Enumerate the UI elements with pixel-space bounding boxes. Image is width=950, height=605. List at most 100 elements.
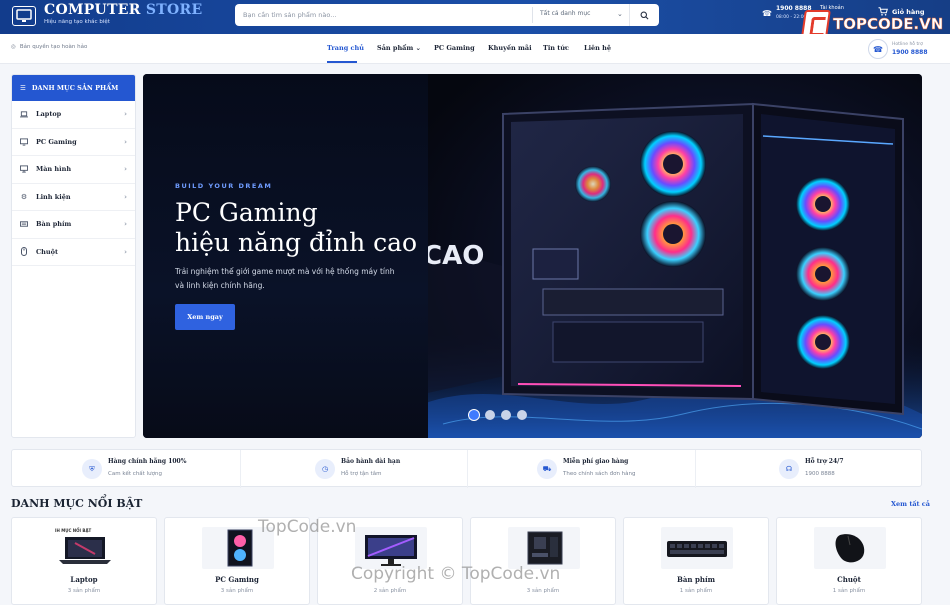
- feature-subtitle: 1900 8888: [805, 471, 835, 477]
- slider-dot-4[interactable]: [517, 410, 527, 420]
- chevron-down-icon: ⌄: [415, 44, 421, 52]
- pc-icon: [20, 138, 28, 146]
- sidebar-item-label: Màn hình: [36, 165, 72, 174]
- nav-item-contact[interactable]: Liên hệ: [584, 44, 611, 52]
- clock-icon: ◷: [315, 459, 335, 479]
- chevron-down-icon: ⌄: [617, 10, 623, 18]
- sidebar-item-label: Laptop: [36, 110, 62, 119]
- feature-divider: [240, 450, 241, 488]
- nav-item-products-label: Sản phẩm: [377, 44, 414, 52]
- feature-subtitle: Hỗ trợ tận tâm: [341, 471, 382, 477]
- sidebar-item-mouse[interactable]: Chuột ›: [12, 239, 135, 266]
- view-now-button[interactable]: Xem ngay: [175, 304, 235, 330]
- feature-divider: [467, 450, 468, 488]
- category-count: 1 sản phẩm: [832, 588, 866, 594]
- category-count: 2 sản phẩm: [373, 588, 407, 594]
- main-nav: ◎ Bản quyền tạo hoàn hảo Trang chủ Sản p…: [0, 34, 950, 64]
- component-icon: ⚙: [20, 192, 28, 201]
- hero-kicker: BUILD YOUR DREAM: [175, 182, 273, 190]
- brand-name[interactable]: COMPUTER STORE: [44, 2, 202, 18]
- hero-banner-text: CAO: [423, 241, 484, 271]
- hero-description: Trải nghiệm thế giới game mượt mà với hệ…: [175, 267, 395, 290]
- sidebar-item-label: Bàn phím: [36, 220, 72, 229]
- brand-main: COMPUTER: [44, 2, 141, 18]
- headset-icon: ☊: [779, 459, 799, 479]
- sidebar-item-keyboard[interactable]: Bàn phím ›: [12, 211, 135, 239]
- category-card-mouse[interactable]: Chuột 1 sản phẩm: [776, 517, 922, 605]
- hotline-support-number: 1900 8888: [892, 49, 928, 56]
- computer-logo-icon[interactable]: [12, 6, 36, 26]
- topcode-text: TOPCODE.VN: [833, 15, 944, 33]
- sidebar-item-label: PC Gaming: [36, 137, 77, 146]
- sidebar-item-laptop[interactable]: Laptop ›: [12, 101, 135, 129]
- monitor-icon: [20, 165, 28, 173]
- sidebar-item-label: Chuột: [36, 247, 58, 256]
- sidebar-header: ☰ DANH MỤC SẢN PHẨM: [12, 75, 135, 101]
- chevron-right-icon: ›: [124, 192, 127, 201]
- keyboard-icon: [20, 220, 28, 228]
- sidebar-title: DANH MỤC SẢN PHẨM: [31, 84, 119, 92]
- category-card-components[interactable]: 3 sản phẩm: [470, 517, 616, 605]
- category-select[interactable]: Tất cả danh mục: [540, 10, 590, 17]
- brand-slogan: Hiệu năng tạo khác biệt: [44, 19, 110, 25]
- components-image: [508, 527, 580, 569]
- category-name: Laptop: [70, 575, 98, 584]
- sidebar-item-label: Linh kiện: [36, 192, 71, 201]
- monitor-image: [355, 527, 427, 569]
- topcode-mark-icon: [801, 10, 831, 37]
- search-bar: Tất cả danh mục ⌄: [235, 4, 659, 26]
- watermark-copyright: Copyright © TopCode.vn: [351, 564, 561, 584]
- slider-dots: [469, 410, 527, 420]
- category-card-laptop[interactable]: IH MỤC NỔI BẬT Laptop 3 sản phẩm: [11, 517, 157, 605]
- feature-subtitle: Theo chính sách đơn hàng: [563, 471, 636, 477]
- feature-divider: [695, 450, 696, 488]
- category-card-keyboard[interactable]: Bàn phím 1 sản phẩm: [623, 517, 769, 605]
- category-count: 1 sản phẩm: [679, 588, 713, 594]
- category-count: 3 sản phẩm: [526, 588, 560, 594]
- nav-item-pc-gaming[interactable]: PC Gaming: [434, 44, 475, 52]
- slider-dot-2[interactable]: [485, 410, 495, 420]
- chevron-right-icon: ›: [124, 137, 127, 146]
- feature-title: Miễn phí giao hàng: [563, 458, 629, 465]
- nav-active-indicator: [327, 61, 357, 63]
- featured-categories-title: DANH MỤC NỔI BẬT: [11, 497, 143, 510]
- search-input[interactable]: [243, 7, 523, 23]
- sidebar-item-components[interactable]: ⚙ Linh kiện ›: [12, 184, 135, 211]
- sidebar-item-monitor[interactable]: Màn hình ›: [12, 156, 135, 184]
- hero-image-gaming-pc[interactable]: CAO: [423, 74, 922, 438]
- card-tag: IH MỤC NỔI BẬT: [55, 528, 92, 533]
- chevron-right-icon: ›: [124, 110, 127, 119]
- category-name: Bàn phím: [676, 575, 716, 584]
- mouse-icon: [20, 247, 28, 257]
- laptop-image: [49, 527, 121, 569]
- search-button[interactable]: [629, 4, 659, 26]
- category-name: Chuột: [837, 575, 861, 584]
- nav-item-home[interactable]: Trang chủ: [327, 44, 364, 52]
- nav-item-news[interactable]: Tin tức: [543, 44, 569, 52]
- keyboard-image: [661, 527, 733, 569]
- view-all-link[interactable]: Xem tất cả: [891, 500, 930, 508]
- slider-dot-3[interactable]: [501, 410, 511, 420]
- chevron-right-icon: ›: [124, 247, 127, 256]
- shield-icon: ⛨: [82, 459, 102, 479]
- slider-dot-1[interactable]: [469, 410, 479, 420]
- category-name: PC Gaming: [215, 575, 259, 584]
- nav-copyright: ◎ Bản quyền tạo hoàn hảo: [11, 44, 87, 50]
- search-icon: [640, 11, 649, 19]
- category-sidebar: ☰ DANH MỤC SẢN PHẨM Laptop › PC Gaming ›…: [11, 74, 136, 438]
- info-icon: ◎: [11, 44, 16, 50]
- category-count: 3 sản phẩm: [67, 588, 101, 594]
- truck-icon: ⛟: [537, 459, 557, 479]
- watermark-text: TopCode.vn: [258, 517, 357, 537]
- laptop-icon: [20, 110, 28, 118]
- hotline-support-label: Hotline hỗ trợ: [892, 42, 923, 47]
- phone-icon: ☎: [762, 9, 772, 18]
- nav-item-products[interactable]: Sản phẩm ⌄: [377, 44, 421, 52]
- brand-accent: STORE: [145, 2, 203, 18]
- feature-title: Bảo hành dài hạn: [341, 458, 401, 465]
- sidebar-item-pc-gaming[interactable]: PC Gaming ›: [12, 129, 135, 156]
- feature-title: Hỗ trợ 24/7: [805, 458, 844, 465]
- nav-item-promotions[interactable]: Khuyến mãi: [488, 44, 532, 52]
- nav-copyright-text: Bản quyền tạo hoàn hảo: [19, 44, 88, 50]
- features-strip: ⛨ Hàng chính hãng 100% Cam kết chất lượn…: [11, 449, 922, 488]
